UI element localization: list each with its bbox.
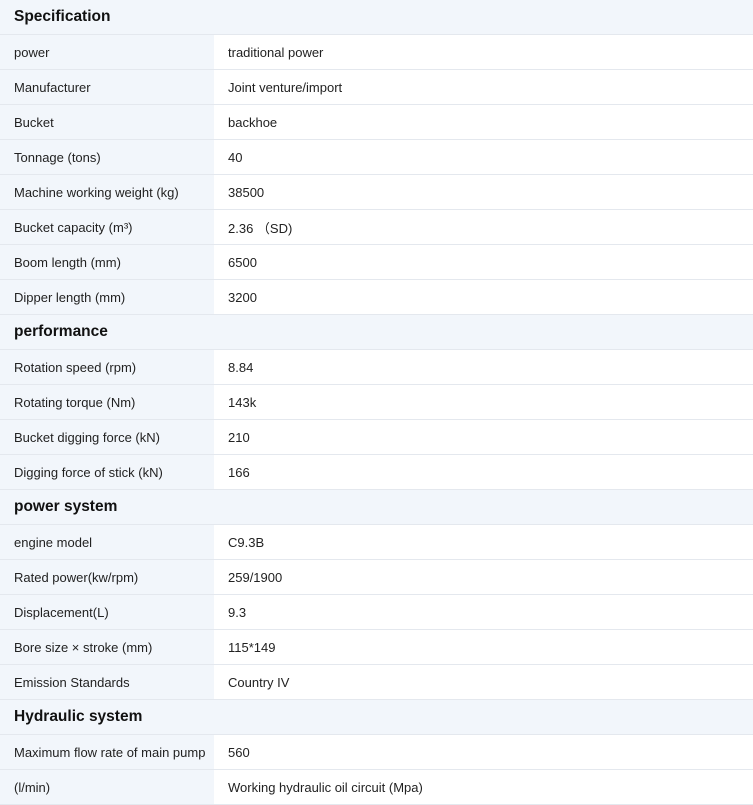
row-label: Digging force of stick (kN) xyxy=(0,454,214,490)
table-row: Emission Standards Country IV xyxy=(0,664,753,700)
table-row: Displacement(L) 9.3 xyxy=(0,594,753,630)
row-label: Tonnage (tons) xyxy=(0,139,214,175)
row-label: (l/min) xyxy=(0,769,214,805)
row-value: 8.84 xyxy=(214,349,753,385)
row-value: traditional power xyxy=(214,34,753,70)
row-label: Boom length (mm) xyxy=(0,244,214,280)
row-label: Emission Standards xyxy=(0,664,214,700)
table-row: Dipper length (mm) 3200 xyxy=(0,279,753,315)
row-value: 6500 xyxy=(214,244,753,280)
row-value: 143k xyxy=(214,384,753,420)
row-value: Working hydraulic oil circuit (Mpa) xyxy=(214,769,753,805)
table-row: Digging force of stick (kN) 166 xyxy=(0,454,753,490)
table-row: Maximum flow rate of main pump 560 xyxy=(0,734,753,770)
section-title: Hydraulic system xyxy=(0,699,753,735)
table-row: Bore size × stroke (mm) 115*149 xyxy=(0,629,753,665)
section-title: performance xyxy=(0,314,753,350)
row-value: 3200 xyxy=(214,279,753,315)
row-value: 210 xyxy=(214,419,753,455)
table-row: engine model C9.3B xyxy=(0,524,753,560)
row-value: backhoe xyxy=(214,104,753,140)
section-header-power-system: power system xyxy=(0,489,753,525)
table-row: Rotating torque (Nm) 143k xyxy=(0,384,753,420)
row-label: engine model xyxy=(0,524,214,560)
table-row: Bucket digging force (kN) 210 xyxy=(0,419,753,455)
row-value: 259/1900 xyxy=(214,559,753,595)
row-label: Rotating torque (Nm) xyxy=(0,384,214,420)
table-row: (l/min) Working hydraulic oil circuit (M… xyxy=(0,769,753,805)
row-label: Manufacturer xyxy=(0,69,214,105)
row-label: Displacement(L) xyxy=(0,594,214,630)
row-label: Machine working weight (kg) xyxy=(0,174,214,210)
row-value: 40 xyxy=(214,139,753,175)
row-value: 2.36 （SD) xyxy=(214,209,753,245)
row-label: Bore size × stroke (mm) xyxy=(0,629,214,665)
table-row: Rated power(kw/rpm) 259/1900 xyxy=(0,559,753,595)
row-label: Bucket digging force (kN) xyxy=(0,419,214,455)
section-title: Specification xyxy=(0,0,753,35)
section-header-specification: Specification xyxy=(0,0,753,35)
row-label: Rated power(kw/rpm) xyxy=(0,559,214,595)
table-row: Bucket capacity (m³) 2.36 （SD) xyxy=(0,209,753,245)
section-header-performance: performance xyxy=(0,314,753,350)
table-row: Bucket backhoe xyxy=(0,104,753,140)
row-value: 166 xyxy=(214,454,753,490)
row-label: Maximum flow rate of main pump xyxy=(0,734,214,770)
table-row: Rotation speed (rpm) 8.84 xyxy=(0,349,753,385)
row-label: Rotation speed (rpm) xyxy=(0,349,214,385)
row-label: Bucket xyxy=(0,104,214,140)
table-row: Manufacturer Joint venture/import xyxy=(0,69,753,105)
section-header-hydraulic-system: Hydraulic system xyxy=(0,699,753,735)
table-row: Machine working weight (kg) 38500 xyxy=(0,174,753,210)
row-value: 115*149 xyxy=(214,629,753,665)
specification-table: Specification power traditional power Ma… xyxy=(0,0,753,805)
row-value: 9.3 xyxy=(214,594,753,630)
row-label: Bucket capacity (m³) xyxy=(0,209,214,245)
row-label: Dipper length (mm) xyxy=(0,279,214,315)
row-value: 38500 xyxy=(214,174,753,210)
row-value: Country IV xyxy=(214,664,753,700)
row-value: Joint venture/import xyxy=(214,69,753,105)
row-value: C9.3B xyxy=(214,524,753,560)
row-label: power xyxy=(0,34,214,70)
section-title: power system xyxy=(0,489,753,525)
table-row: Tonnage (tons) 40 xyxy=(0,139,753,175)
row-value: 560 xyxy=(214,734,753,770)
table-row: Boom length (mm) 6500 xyxy=(0,244,753,280)
table-row: power traditional power xyxy=(0,34,753,70)
